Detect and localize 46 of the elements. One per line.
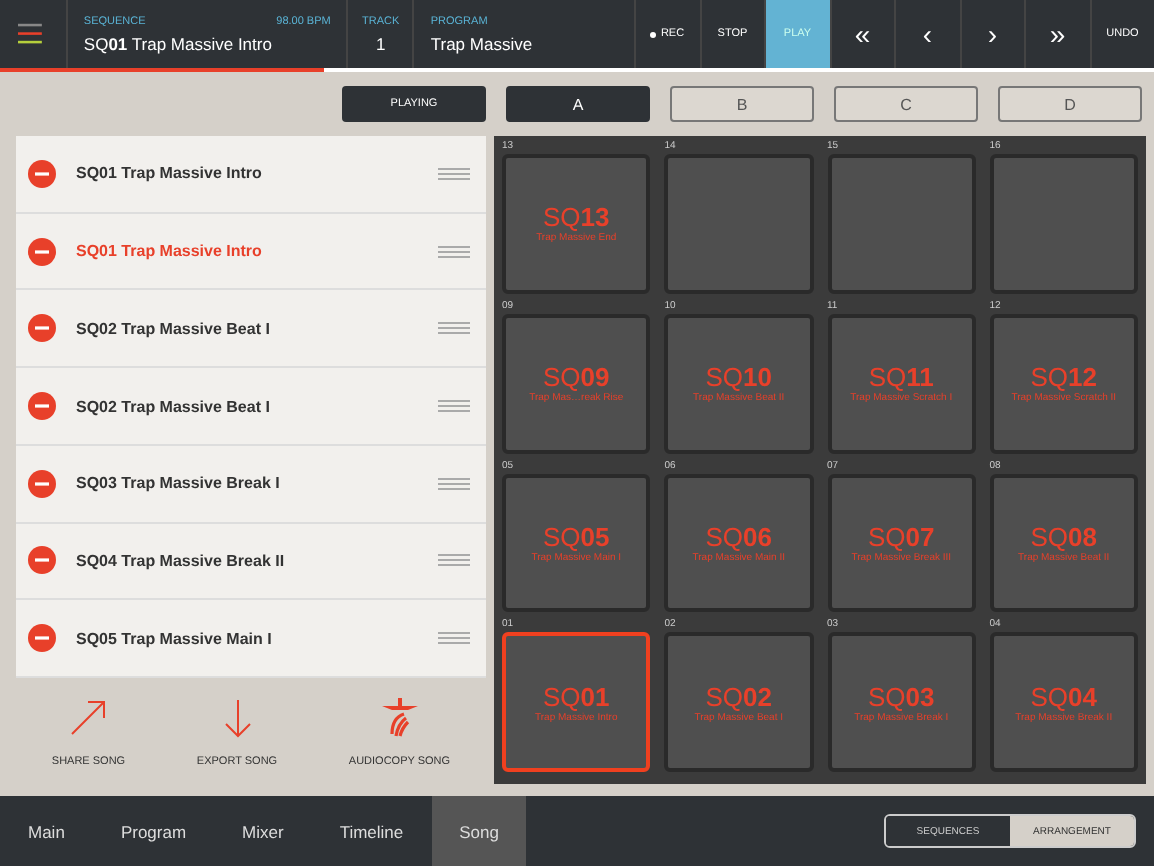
- song-row[interactable]: SQ02 Trap Massive Beat I: [16, 368, 486, 446]
- bank-button[interactable]: C: [834, 86, 978, 122]
- song-entry-name: SQ02 Trap Massive Beat I: [76, 397, 272, 416]
- drag-handle-icon[interactable]: [438, 632, 470, 645]
- remove-icon[interactable]: [28, 159, 56, 188]
- nav-tab[interactable]: Timeline: [311, 796, 432, 866]
- track-number[interactable]: 1: [375, 33, 386, 53]
- song-entry-name: SQ03 Trap Massive Break I: [76, 474, 282, 493]
- nav-tab[interactable]: Program: [92, 796, 215, 866]
- drag-handle-icon[interactable]: [438, 245, 470, 258]
- song-row[interactable]: SQ01 Trap Massive Intro: [16, 136, 486, 214]
- song-row[interactable]: SQ02 Trap Massive Beat I: [16, 290, 486, 369]
- bank-button[interactable]: A: [506, 86, 650, 122]
- song-entry-name: SQ01 Trap Massive Intro: [76, 242, 264, 261]
- drag-handle-icon[interactable]: [438, 322, 470, 335]
- remove-icon[interactable]: [28, 314, 56, 343]
- sequence-pad[interactable]: [827, 154, 976, 294]
- audiocopy-icon: [379, 698, 420, 738]
- remove-icon[interactable]: [28, 392, 56, 421]
- song-entry-name: SQ04 Trap Massive Break II: [76, 551, 287, 570]
- song-row[interactable]: SQ05 Trap Massive Main I: [16, 600, 486, 679]
- sequence-pad[interactable]: [989, 154, 1138, 294]
- diagonal-arrow-icon: [68, 698, 109, 738]
- bank-button[interactable]: B: [670, 86, 814, 122]
- sequence-name[interactable]: SQ01 Trap Massive Intro: [83, 33, 331, 53]
- nav-tab[interactable]: Song: [431, 796, 527, 866]
- remove-icon[interactable]: [28, 546, 56, 575]
- remove-icon[interactable]: [28, 624, 56, 653]
- song-row[interactable]: SQ03 Trap Massive Break I: [16, 445, 486, 524]
- remove-icon[interactable]: [28, 237, 56, 266]
- nav-tab[interactable]: Mixer: [214, 796, 312, 866]
- song-entry-name: SQ05 Trap Massive Main I: [76, 629, 274, 648]
- nav-tab[interactable]: Main: [0, 796, 93, 866]
- song-row[interactable]: SQ01 Trap Massive Intro: [16, 213, 486, 291]
- tracks-icon[interactable]: [18, 22, 42, 46]
- song-entry-name: SQ02 Trap Massive Beat I: [76, 319, 272, 338]
- program-name[interactable]: Trap Massive: [430, 33, 618, 53]
- drag-handle-icon[interactable]: [438, 554, 470, 567]
- drag-handle-icon[interactable]: [438, 167, 470, 180]
- song-row[interactable]: SQ04 Trap Massive Break II: [16, 523, 486, 601]
- sequence-pad[interactable]: [664, 154, 813, 294]
- drag-handle-icon[interactable]: [438, 477, 470, 490]
- remove-icon[interactable]: [28, 469, 56, 498]
- bank-button[interactable]: D: [998, 86, 1142, 122]
- song-entry-name: SQ01 Trap Massive Intro: [76, 164, 264, 183]
- drag-handle-icon[interactable]: [438, 400, 470, 413]
